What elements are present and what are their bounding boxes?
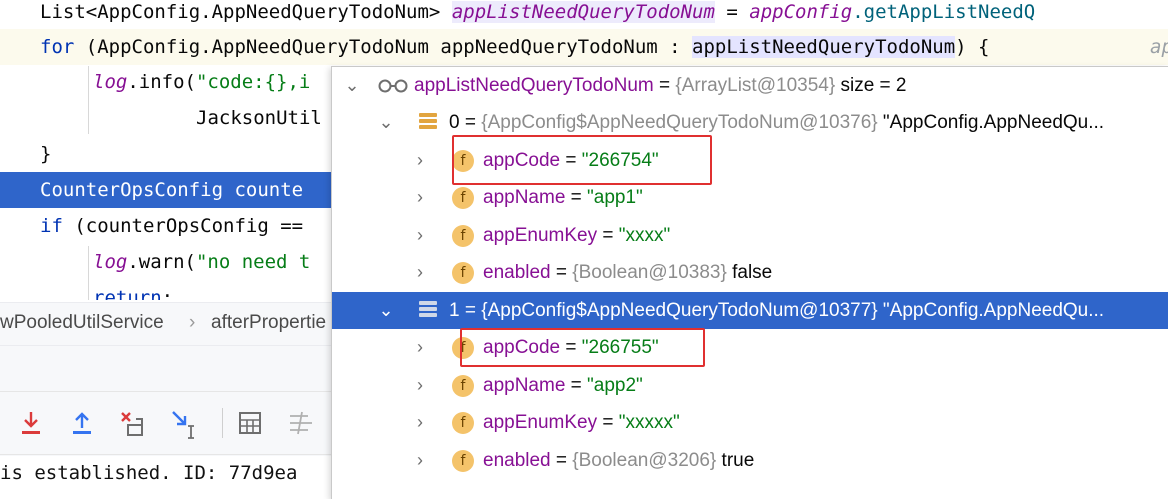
chevron-right-icon[interactable]: › (410, 329, 430, 366)
step-into-red-icon[interactable] (14, 406, 48, 440)
stream-trace-icon[interactable] (284, 406, 318, 440)
root-var-name: appListNeedQueryTodoNum (414, 75, 654, 96)
code-line-1: List<AppConfig.AppNeedQueryTodoNum> appL… (40, 1, 1036, 23)
root-var-type: {ArrayList@10354} (675, 75, 836, 96)
tree-row-field[interactable]: › f enabled = {Boolean@3206} true (332, 442, 1168, 479)
field-icon: f (452, 262, 474, 284)
tree-row-field[interactable]: › f appCode = "266755" (332, 329, 1168, 366)
chevron-right-icon[interactable]: › (410, 442, 430, 479)
tree-row-field[interactable]: › f appName = "app2" (332, 367, 1168, 404)
field-icon: f (452, 225, 474, 247)
variable-inspector-popup[interactable]: ⌄ appListNeedQueryTodoNum = {ArrayList@1… (331, 66, 1168, 499)
toolbar-separator (222, 408, 223, 438)
indent-guide (88, 66, 89, 134)
glasses-icon (378, 79, 408, 93)
field-icon: f (452, 375, 474, 397)
tree-row-field[interactable]: › f appEnumKey = "xxxx" (332, 217, 1168, 254)
annotation-highlight-box (460, 328, 705, 367)
code-line-2: for (AppConfig.AppNeedQueryTodoNum appNe… (0, 29, 1168, 65)
chevron-right-icon[interactable]: › (410, 217, 430, 254)
evaluate-table-icon[interactable] (233, 406, 267, 440)
field-icon: f (452, 412, 474, 434)
chevron-right-icon[interactable]: › (410, 404, 430, 441)
array-icon (419, 113, 437, 132)
chevron-down-icon[interactable]: ⌄ (342, 67, 362, 104)
chevron-down-icon[interactable]: ⌄ (376, 104, 396, 141)
tree-row-field[interactable]: › f appEnumKey = "xxxxx" (332, 404, 1168, 441)
breadcrumb-separator-icon: › (189, 312, 196, 333)
annotation-highlight-box (452, 135, 712, 185)
field-icon: f (452, 187, 474, 209)
tree-row-field[interactable]: › f enabled = {Boolean@10383} false (332, 254, 1168, 291)
chevron-right-icon[interactable]: › (410, 367, 430, 404)
chevron-right-icon[interactable]: › (410, 254, 430, 291)
tree-row-item-1-selected[interactable]: ⌄ 1 = {AppConfig$AppNeedQueryTodoNum@103… (332, 292, 1168, 329)
root-var-size: size = 2 (835, 75, 907, 96)
breadcrumb-item-method[interactable]: afterPropertie (211, 312, 326, 334)
run-to-cursor-icon[interactable] (167, 406, 201, 440)
indent-guide (88, 246, 89, 300)
drop-frame-icon[interactable] (116, 406, 150, 440)
breadcrumb-item-class[interactable]: wPooledUtilService (0, 312, 164, 334)
array-icon (419, 301, 437, 320)
tree-row-root[interactable]: ⌄ appListNeedQueryTodoNum = {ArrayList@1… (332, 67, 1168, 104)
chevron-right-icon[interactable]: › (410, 142, 430, 179)
chevron-right-icon[interactable]: › (410, 179, 430, 216)
inline-hint: ap (1150, 36, 1168, 58)
chevron-down-icon[interactable]: ⌄ (376, 292, 396, 329)
step-out-icon[interactable] (65, 406, 99, 440)
field-icon: f (452, 450, 474, 472)
